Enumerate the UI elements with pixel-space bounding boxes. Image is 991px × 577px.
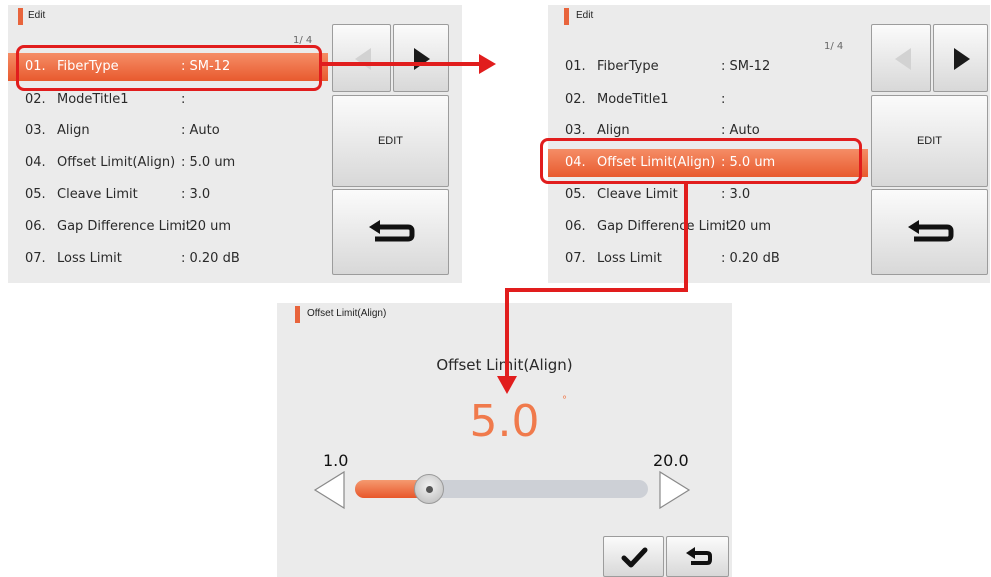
annotation-arrows xyxy=(322,54,688,394)
arrow-left-to-right xyxy=(322,54,496,74)
arrow-right-to-bottom xyxy=(497,184,688,394)
